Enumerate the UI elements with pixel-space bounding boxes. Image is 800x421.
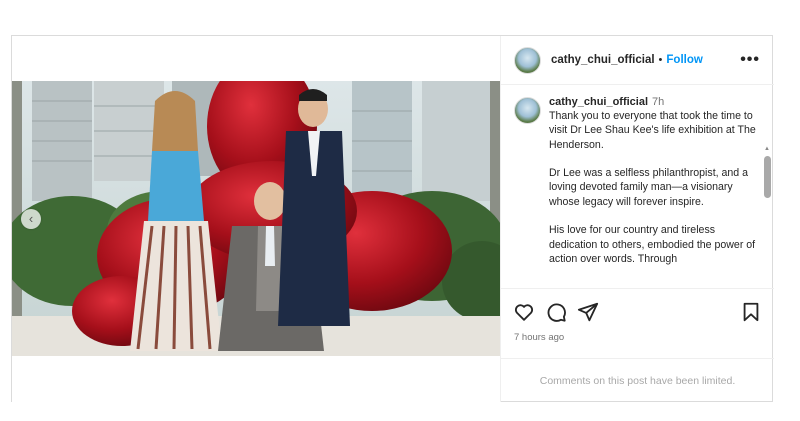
- caption-avatar[interactable]: [514, 97, 541, 124]
- scroll-up-arrow-icon[interactable]: ▲: [764, 146, 770, 152]
- caption-body: cathy_chui_official 7h Thank you to every…: [549, 95, 759, 266]
- post-side-panel: cathy_chui_official • Follow ••• cathy_c…: [500, 36, 774, 402]
- bookmark-icon[interactable]: [740, 301, 762, 323]
- send-icon[interactable]: [577, 301, 599, 323]
- post-photo[interactable]: [12, 81, 500, 356]
- action-bar: 7 hours ago: [501, 288, 774, 358]
- caption-area[interactable]: cathy_chui_official 7h Thank you to every…: [501, 86, 774, 288]
- comment-icon[interactable]: [545, 301, 567, 323]
- photo-illustration: [12, 81, 500, 356]
- header-username[interactable]: cathy_chui_official: [551, 54, 655, 66]
- caption-username[interactable]: cathy_chui_official: [549, 96, 648, 108]
- carousel-prev-button[interactable]: ‹: [21, 209, 41, 229]
- separator-dot: •: [658, 54, 663, 66]
- post-timestamp[interactable]: 7 hours ago: [514, 332, 564, 343]
- follow-button[interactable]: Follow: [666, 54, 702, 66]
- post-media: ‹: [12, 36, 500, 402]
- caption-scrollbar[interactable]: ▲ ▼: [763, 146, 772, 288]
- caption-text: Thank you to everyone that took the time…: [549, 110, 756, 265]
- avatar[interactable]: [514, 46, 541, 74]
- caption-time[interactable]: 7h: [652, 96, 664, 108]
- caption-head: cathy_chui_official 7h: [549, 95, 759, 109]
- heart-icon[interactable]: [513, 301, 535, 323]
- chevron-left-icon: ‹: [28, 211, 34, 226]
- post-header: cathy_chui_official • Follow •••: [501, 36, 774, 85]
- comments-limited-notice: Comments on this post have been limited.: [501, 358, 774, 402]
- scrollbar-thumb[interactable]: [764, 156, 771, 198]
- caption: cathy_chui_official 7h Thank you to every…: [514, 95, 759, 266]
- more-horizontal-icon[interactable]: •••: [740, 51, 760, 69]
- instagram-post: ‹ cathy_chui_official • Follow ••• cathy…: [11, 35, 774, 402]
